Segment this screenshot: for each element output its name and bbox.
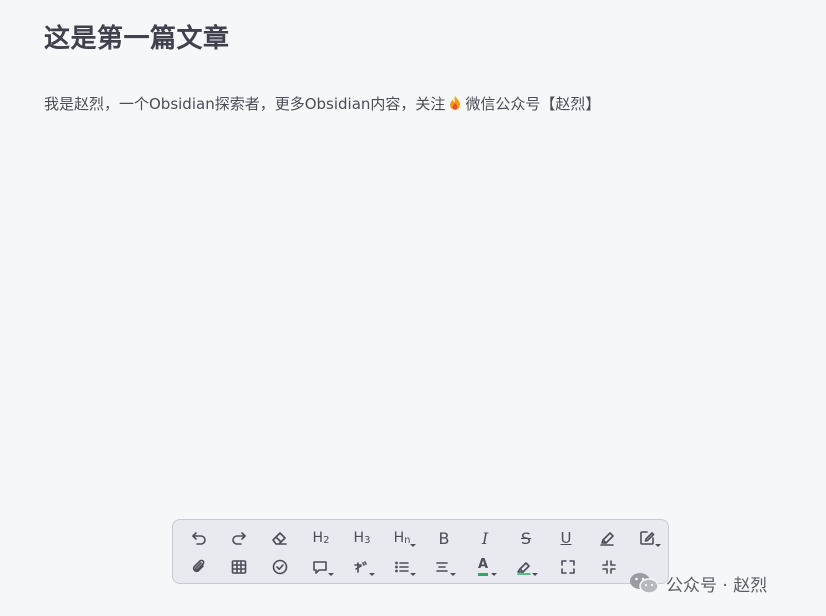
fire-icon bbox=[450, 96, 461, 110]
watermark-text: 公众号 · 赵烈 bbox=[666, 575, 768, 596]
underline-label: U bbox=[560, 529, 572, 547]
document-paragraph: 我是赵烈，一个Obsidian探索者，更多Obsidian内容，关注 微信公众号… bbox=[44, 94, 600, 114]
collapse-icon bbox=[602, 560, 616, 574]
paragraph-text-start: 我是赵烈，一个Obsidian探索者，更多Obsidian内容，关注 bbox=[44, 95, 446, 113]
wechat-icon bbox=[630, 573, 659, 594]
underline-button[interactable]: U bbox=[551, 525, 581, 551]
chevron-down-icon bbox=[328, 573, 334, 576]
edit-note-button[interactable] bbox=[632, 525, 662, 551]
undo-button[interactable] bbox=[184, 525, 214, 551]
task-check-button[interactable] bbox=[265, 554, 295, 580]
list-icon bbox=[395, 561, 409, 573]
fullscreen-button[interactable] bbox=[553, 554, 583, 580]
pen-icon bbox=[600, 532, 614, 546]
chevron-down-icon bbox=[532, 573, 538, 576]
paperclip-icon bbox=[192, 559, 205, 573]
bold-button[interactable]: B bbox=[429, 525, 459, 551]
chevron-down-icon bbox=[410, 544, 416, 547]
watermark: 公众号 · 赵烈 bbox=[628, 571, 768, 596]
undo-icon bbox=[192, 532, 206, 545]
text-color-button[interactable]: A bbox=[468, 554, 498, 580]
attachment-button[interactable] bbox=[184, 554, 214, 580]
highlight-color-button[interactable] bbox=[509, 554, 539, 580]
document-title: 这是第一篇文章 bbox=[44, 24, 230, 54]
ruby-annotation-button[interactable] bbox=[346, 554, 376, 580]
heading-n-label: Hn bbox=[394, 530, 411, 546]
highlighter-icon bbox=[517, 562, 531, 575]
heading-2-label: H2 bbox=[313, 530, 330, 546]
bold-label: B bbox=[438, 528, 450, 548]
chevron-down-icon bbox=[410, 573, 416, 576]
highlight-pen-button[interactable] bbox=[592, 525, 622, 551]
italic-label: I bbox=[481, 528, 489, 548]
eraser-icon bbox=[272, 532, 287, 545]
table-icon bbox=[231, 560, 247, 574]
edit-icon bbox=[640, 531, 655, 545]
heading-2-sub: 2 bbox=[323, 535, 330, 546]
heading-3-sub: 3 bbox=[364, 535, 371, 546]
italic-button[interactable]: I bbox=[470, 525, 500, 551]
comment-icon bbox=[313, 561, 327, 574]
heading-n-button[interactable]: Hn bbox=[387, 525, 417, 551]
redo-icon bbox=[232, 532, 246, 545]
heading-2-button[interactable]: H2 bbox=[306, 525, 336, 551]
ruby-icon bbox=[354, 561, 367, 573]
exit-fullscreen-button[interactable] bbox=[594, 554, 624, 580]
heading-n-letter: H bbox=[393, 530, 405, 546]
heading-3-letter: H bbox=[353, 530, 365, 546]
chevron-down-icon bbox=[369, 573, 375, 576]
strikethrough-button[interactable]: S bbox=[511, 525, 541, 551]
comment-button[interactable] bbox=[305, 554, 335, 580]
redo-button[interactable] bbox=[224, 525, 254, 551]
list-button[interactable] bbox=[387, 554, 417, 580]
expand-icon bbox=[561, 560, 575, 574]
align-icon bbox=[436, 562, 448, 572]
heading-3-button[interactable]: H3 bbox=[347, 525, 377, 551]
strikethrough-label: S bbox=[520, 528, 532, 548]
check-circle-icon bbox=[272, 559, 288, 575]
chevron-down-icon bbox=[450, 573, 456, 576]
heading-3-label: H3 bbox=[354, 530, 371, 546]
chevron-down-icon bbox=[655, 544, 661, 547]
text-color-label: A bbox=[477, 558, 489, 576]
clear-format-button[interactable] bbox=[264, 525, 294, 551]
table-button[interactable] bbox=[224, 554, 254, 580]
align-button[interactable] bbox=[427, 554, 457, 580]
chevron-down-icon bbox=[491, 573, 497, 576]
paragraph-text-end: 微信公众号【赵烈】 bbox=[465, 95, 601, 113]
editor-toolbar: H2 H3 Hn B I S U A bbox=[172, 519, 669, 584]
heading-2-letter: H bbox=[312, 530, 324, 546]
